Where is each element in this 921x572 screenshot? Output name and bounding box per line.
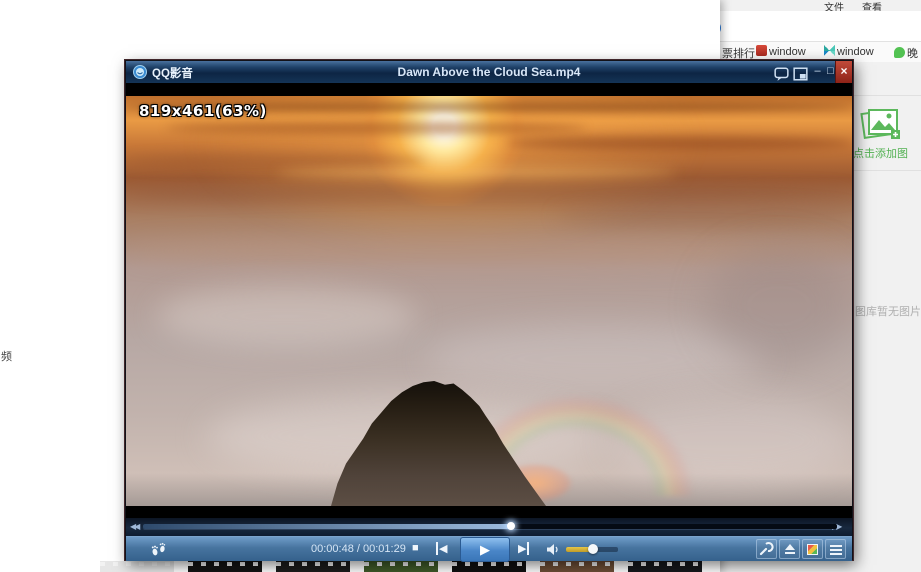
gallery-empty-label: 图库暂无图片 [855, 306, 921, 318]
volume-icon[interactable] [546, 543, 560, 556]
resolution-overlay-text: 819x461(63%) [139, 102, 267, 120]
filmstrip-thumb [188, 561, 262, 572]
seek-bar[interactable] [143, 522, 837, 530]
seek-back-icon[interactable]: ◀◀ [130, 522, 140, 531]
bookmark-item[interactable]: window [756, 45, 806, 58]
playlist-button[interactable] [825, 539, 846, 559]
cloud-streak [276, 168, 676, 178]
filmstrip-thumb [100, 561, 174, 572]
mini-mode-icon[interactable] [793, 66, 808, 82]
previous-button[interactable]: ◀ [436, 542, 447, 555]
video-area[interactable]: 819x461(63%) [126, 83, 852, 518]
cloud-shadow [706, 246, 852, 366]
add-image-label[interactable]: 点击添加图 [853, 145, 921, 161]
video-frame: 819x461(63%) [126, 96, 852, 506]
feedback-bubble-icon[interactable] [774, 66, 789, 82]
bottom-filmstrip [100, 561, 716, 572]
filmstrip-thumb [276, 561, 350, 572]
bookmark-icon [824, 45, 835, 56]
sidebar-item-fragment-selected[interactable]: 频 [1, 348, 12, 364]
seek-bar-row: ◀◀ ▶▶ [126, 518, 852, 536]
seek-playhead[interactable] [506, 522, 515, 530]
cloud-puff [156, 286, 416, 346]
player-close-button[interactable]: × [835, 61, 852, 83]
bookmark-item[interactable]: window [824, 45, 874, 58]
footprint-icon[interactable] [150, 541, 167, 558]
player-control-bar: 00:00:48 / 00:01:29 ■ ◀ ▶ ▶ [126, 536, 852, 562]
seek-progress [143, 524, 511, 529]
play-button[interactable]: ▶ [460, 537, 510, 562]
screen: { "explorer": { "contextual_tab": "视频工具"… [0, 0, 921, 572]
player-titlebar[interactable]: QQ影音 Dawn Above the Cloud Sea.mp4 – □ × [126, 61, 852, 83]
volume-knob[interactable] [588, 544, 599, 554]
filmstrip-thumb [540, 561, 614, 572]
bookmark-item[interactable]: 票排行 [722, 45, 755, 61]
bookmark-item[interactable]: 晚 [894, 45, 918, 61]
snapshot-button[interactable] [802, 539, 823, 559]
side-app-menubar: 文件 查看 [718, 0, 921, 14]
filmstrip-thumb [452, 561, 526, 572]
eject-button[interactable] [779, 539, 800, 559]
bookmark-icon [756, 45, 767, 56]
player-title: Dawn Above the Cloud Sea.mp4 [397, 65, 581, 79]
volume-slider[interactable] [566, 544, 618, 554]
cloud-streak [556, 206, 852, 226]
cloud-streak [166, 122, 586, 134]
playlist-icon [830, 545, 842, 555]
qq-player-window: QQ影音 Dawn Above the Cloud Sea.mp4 – □ × [125, 60, 853, 562]
settings-wrench-button[interactable] [756, 539, 777, 559]
chat-bubble-icon [894, 47, 905, 58]
filmstrip-thumb [364, 561, 438, 572]
time-display: 00:00:48 / 00:01:29 [311, 543, 406, 555]
filmstrip-thumb [628, 561, 702, 572]
stop-button[interactable]: ■ [412, 542, 419, 554]
eject-icon [785, 544, 795, 550]
next-button[interactable]: ▶ [518, 542, 530, 555]
cloud-streak [126, 184, 852, 202]
side-app-toolbar [718, 11, 921, 42]
bookmarks-bar: 票排行 window window 晚 [718, 42, 921, 62]
eject-icon-bar [785, 552, 795, 554]
image-icon [807, 544, 818, 555]
cloud-streak [506, 136, 852, 150]
add-image-icon[interactable] [860, 104, 900, 142]
